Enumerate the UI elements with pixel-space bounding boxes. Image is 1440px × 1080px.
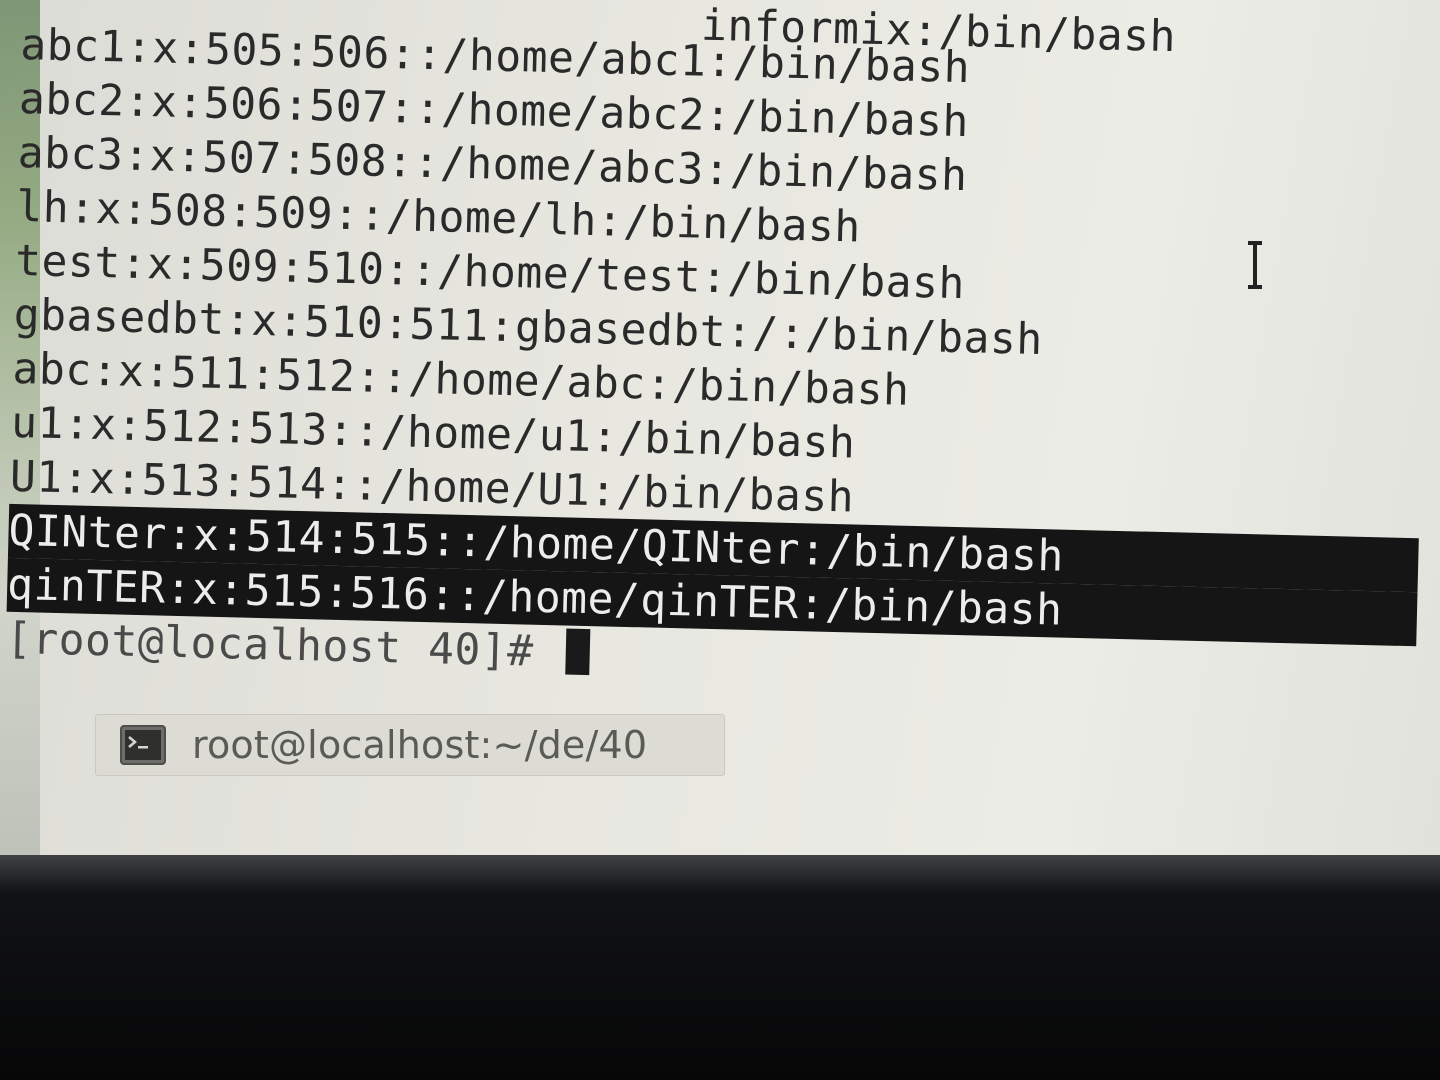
taskbar-window-title: root@localhost:~/de/40 xyxy=(192,723,648,767)
text-cursor-block xyxy=(565,628,591,676)
monitor-bezel xyxy=(0,855,1440,1080)
desktop-screen: informix:/bin/bash abc1:x:505:506::/home… xyxy=(0,0,1440,855)
taskbar-terminal-button[interactable]: root@localhost:~/de/40 xyxy=(95,714,725,776)
terminal-window[interactable]: informix:/bin/bash abc1:x:505:506::/home… xyxy=(5,0,1440,678)
ibeam-cursor-icon xyxy=(1248,241,1262,289)
shell-prompt: [root@localhost 40]# xyxy=(5,613,561,678)
bezel-reflection xyxy=(0,855,1440,895)
terminal-icon xyxy=(120,725,166,765)
